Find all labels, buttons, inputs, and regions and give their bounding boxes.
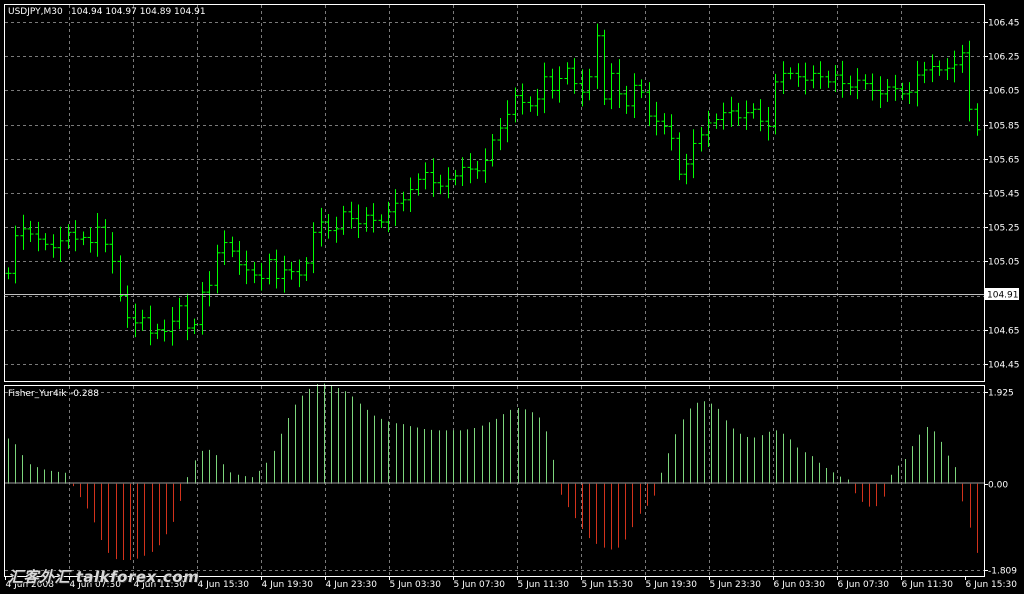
price-tick-label: 105.05 [988, 258, 1020, 268]
time-tick-label: 4 Jun 19:30 [262, 580, 314, 590]
time-tick-label: 6 Jun 15:30 [966, 580, 1018, 590]
indicator-title: Fisher_Yur4ik [8, 389, 67, 399]
price-tick-label: 105.85 [988, 122, 1020, 132]
symbol-title: USDJPY,M30 [8, 7, 63, 17]
price-tick-label: 104.45 [988, 361, 1020, 371]
time-tick-label: 5 Jun 19:30 [646, 580, 698, 590]
current-price-tag: 104.91 [987, 291, 1019, 301]
watermark-logo: 汇客外汇 talkforex.com [8, 568, 200, 586]
price-tick-label: 104.65 [988, 327, 1020, 337]
indicator-value: -0.288 [70, 389, 99, 399]
time-tick-label: 5 Jun 15:30 [582, 580, 634, 590]
time-tick-label: 4 Jun 23:30 [326, 580, 378, 590]
price-tick-label: 106.05 [988, 87, 1020, 97]
time-tick-label: 5 Jun 11:30 [518, 580, 570, 590]
time-tick-label: 6 Jun 11:30 [902, 580, 954, 590]
price-tick-label: 105.65 [988, 156, 1020, 166]
time-tick-label: 5 Jun 23:30 [710, 580, 762, 590]
time-tick-label: 5 Jun 03:30 [390, 580, 442, 590]
price-tick-label: 105.45 [988, 190, 1020, 200]
indicator-tick-label: 1.925 [988, 389, 1014, 399]
time-tick-label: 4 Jun 15:30 [198, 580, 250, 590]
indicator-tick-label: -1.809 [988, 567, 1017, 577]
chart-canvas: 106.45 106.25 106.05 105.85 105.65 105.45 105.… [0, 0, 1024, 594]
time-tick-label: 6 Jun 03:30 [774, 580, 826, 590]
price-tick-label: 106.45 [988, 19, 1020, 29]
time-tick-label: 6 Jun 07:30 [838, 580, 890, 590]
indicator-tick-label: 0.00 [988, 481, 1008, 491]
time-tick-label: 5 Jun 07:30 [454, 580, 506, 590]
price-tick-label: 105.25 [988, 224, 1020, 234]
ohlc-values: 104.94 104.97 104.89 104.91 [71, 7, 206, 17]
price-tick-label: 106.25 [988, 53, 1020, 63]
